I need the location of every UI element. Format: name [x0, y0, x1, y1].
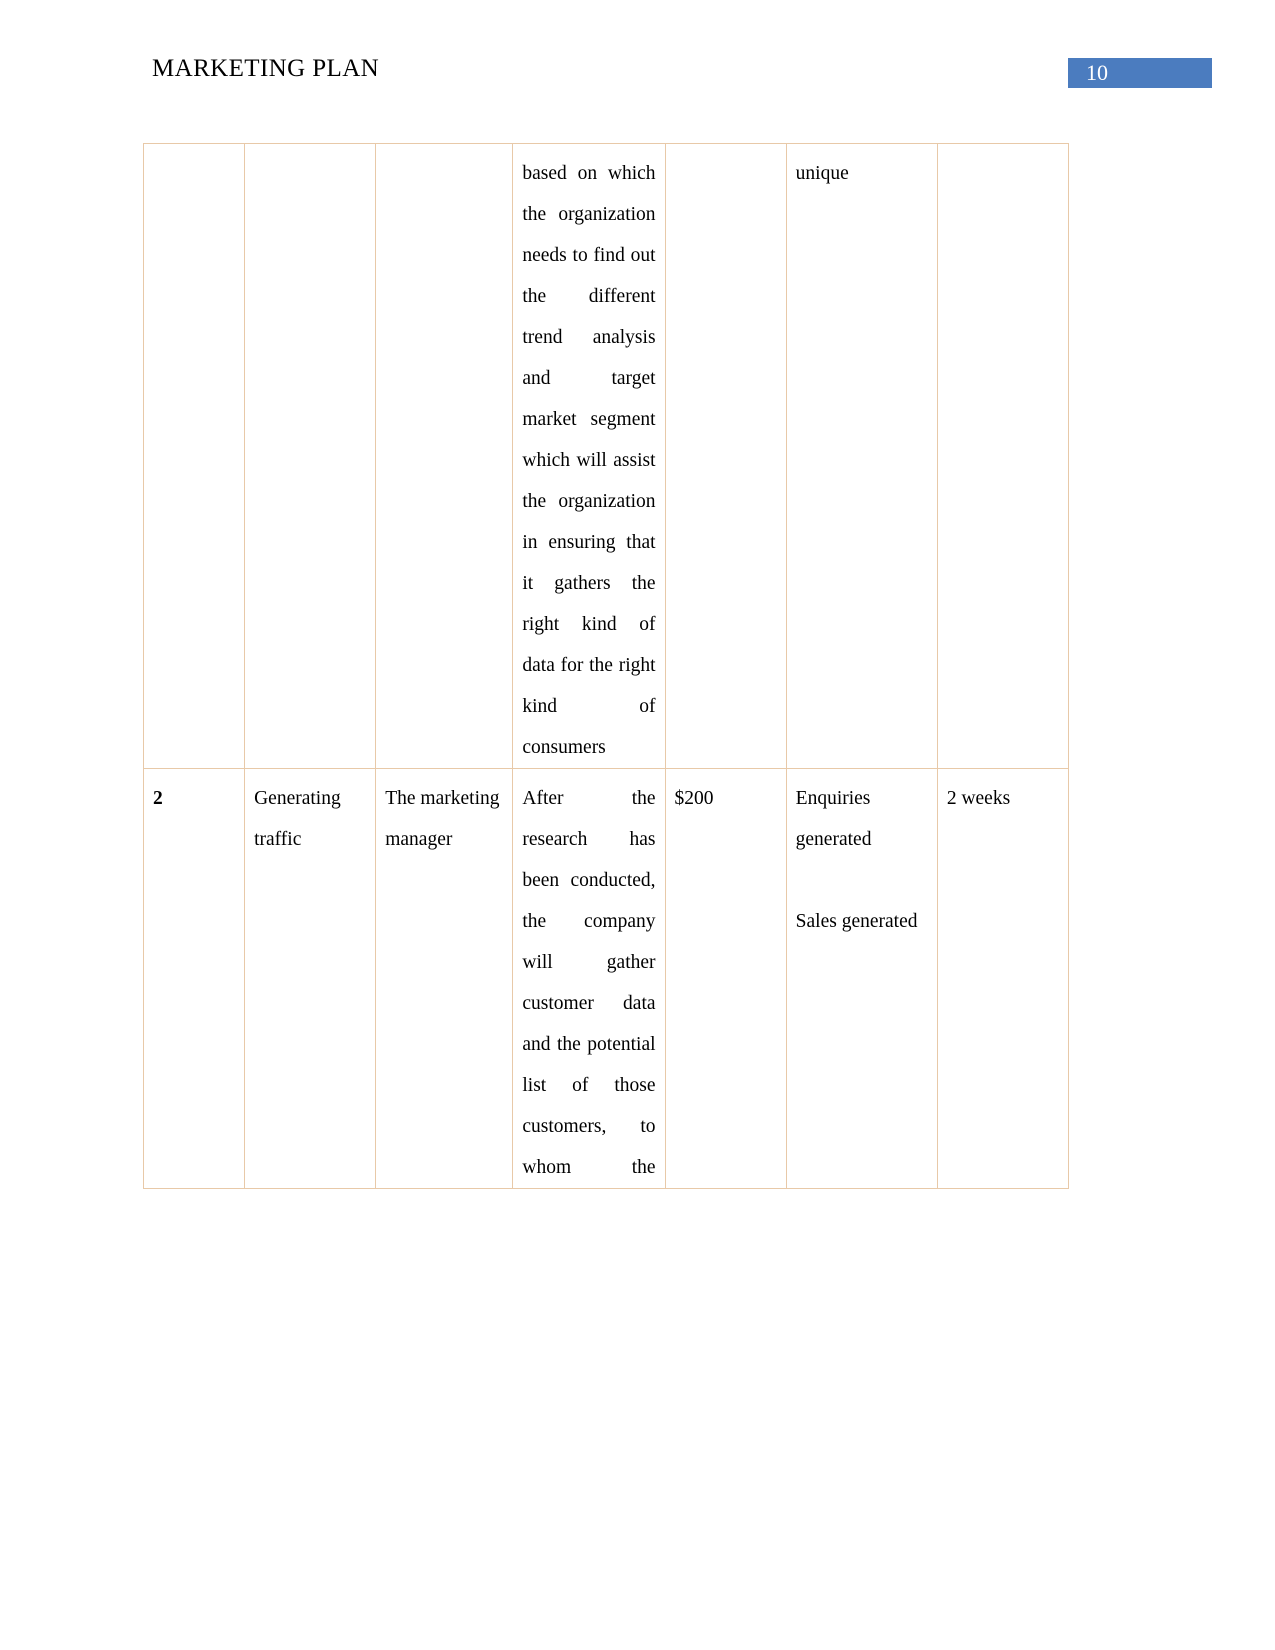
- page-number-banner: 10: [1068, 58, 1212, 88]
- cell-activity: Generating traffic: [244, 768, 377, 1189]
- cell-activity: [244, 143, 377, 769]
- cell-timeline: 2 weeks: [936, 768, 1070, 1189]
- measure-spacer: [796, 860, 928, 901]
- cell-measure: Enquiries generated Sales generated: [785, 768, 938, 1189]
- marketing-plan-table: based on which the organization needs to…: [142, 143, 1070, 1189]
- cell-no: 2: [142, 768, 246, 1189]
- cell-description: After the research has been conducted, t…: [512, 768, 666, 1189]
- page-number: 10: [1086, 60, 1108, 85]
- table-row: based on which the organization needs to…: [142, 143, 1070, 769]
- cell-measure: unique: [785, 143, 938, 769]
- cell-description: based on which the organization needs to…: [512, 143, 666, 769]
- cell-responsible: The marketing manager: [375, 768, 514, 1189]
- cell-budget: $200: [664, 768, 787, 1189]
- cell-no: [142, 143, 246, 769]
- measure-enquiries: Enquiries generated: [795, 788, 872, 850]
- table-row: 2 Generating traffic The marketing manag…: [142, 768, 1070, 1189]
- cell-budget: [664, 143, 787, 769]
- cell-responsible: [375, 143, 514, 769]
- page-header: MARKETING PLAN 10: [0, 52, 1275, 102]
- cell-timeline: [936, 143, 1070, 769]
- page-title: MARKETING PLAN: [152, 55, 380, 82]
- measure-sales: Sales generated: [795, 911, 918, 932]
